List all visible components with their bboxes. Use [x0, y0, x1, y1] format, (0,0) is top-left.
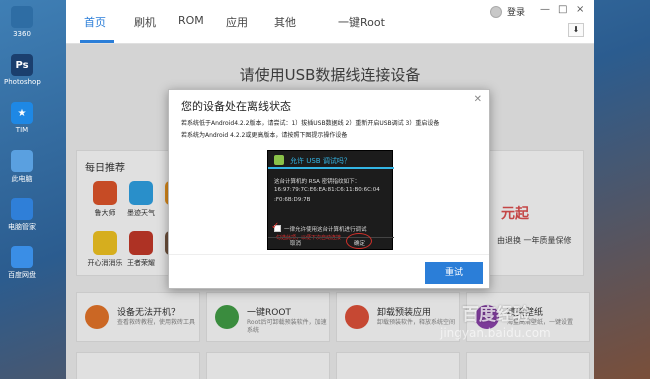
desktop-shortcut[interactable]: 此电脑 [4, 150, 40, 184]
desktop-shortcut-label: 电脑管家 [8, 223, 36, 231]
desktop-shortcut[interactable]: Ps Photoshop [4, 54, 41, 86]
minimize-button[interactable]: — [540, 4, 550, 15]
desktop-shortcut[interactable]: 电脑管家 [4, 198, 40, 232]
tab-home[interactable]: 首页 [84, 14, 106, 30]
phone-body-text: 这台计算机的 RSA 密钥指纹如下： [274, 179, 361, 185]
tim-icon: ★ [11, 102, 33, 124]
phone-checkbox-label: 一律允许使用这台计算机进行调试 [284, 227, 367, 233]
avatar [490, 5, 502, 18]
top-nav: 首页 刷机 ROM 应用 其他 一键Root 登录 — □ × ⬇ [66, 0, 594, 44]
tab-flash[interactable]: 刷机 [134, 14, 156, 30]
desktop-shortcut[interactable]: 百度网盘 [4, 246, 40, 280]
watermark: 百度经验 [462, 305, 530, 325]
close-button[interactable]: × [576, 4, 584, 15]
retry-button[interactable]: 重试 [425, 262, 483, 284]
desktop-shortcut-label: 3360 [13, 30, 31, 38]
tab-rom[interactable]: ROM [178, 14, 204, 27]
phone-rsa-fingerprint: 16:97:79:7C:E6:EA:81:C6:11:B0:6C:04 [274, 187, 380, 193]
active-tab-indicator [80, 40, 114, 43]
dialog-divider [169, 254, 489, 255]
login-area[interactable]: 登录 [490, 5, 525, 18]
dialog-title: 您的设备处在离线状态 [181, 100, 291, 113]
phone-rsa-fingerprint-end: :F0:6B:D9:7B [274, 197, 311, 203]
check-mark-icon: ✓ [271, 221, 280, 232]
tab-apps[interactable]: 应用 [226, 14, 248, 30]
dialog-instruction-1: 若系统低于Android4.2.2版本，请尝试：1）拔插USB数据线 2）重新开… [181, 120, 440, 127]
ps-app-icon [11, 6, 33, 28]
shield-icon [11, 198, 33, 220]
highlight-circle [346, 233, 372, 249]
dialog-instruction-2: 若系统为Android 4.2.2或更高版本，请按照下图提示操作设备 [181, 132, 348, 139]
download-icon[interactable]: ⬇ [568, 23, 584, 37]
tab-one-click-root[interactable]: 一键Root [338, 14, 385, 30]
desktop-shortcut-label: 此电脑 [11, 175, 33, 183]
desktop-shortcut[interactable]: 3360 [4, 6, 40, 38]
phone-dialog-title: 允许 USB 调试吗？ [290, 157, 351, 165]
android-icon [274, 155, 284, 165]
computer-icon [11, 150, 33, 172]
maximize-button[interactable]: □ [558, 4, 567, 15]
desktop-shortcut-label: 百度网盘 [8, 271, 36, 279]
login-link[interactable]: 登录 [507, 5, 525, 18]
phone-dialog-header: 允许 USB 调试吗？ [268, 151, 394, 169]
phone-screenshot: 允许 USB 调试吗？ 这台计算机的 RSA 密钥指纹如下： 16:97:79:… [267, 150, 394, 250]
photoshop-icon: Ps [11, 54, 33, 76]
tab-other[interactable]: 其他 [274, 14, 296, 30]
desktop-shortcut[interactable]: ★ TIM [4, 102, 40, 134]
close-icon[interactable]: ✕ [474, 94, 482, 105]
desktop-shortcut-label: Photoshop [4, 78, 41, 86]
phone-divider [268, 237, 394, 238]
phone-cancel-label: 取消 [290, 241, 302, 247]
cloud-icon [11, 246, 33, 268]
desktop-shortcut-label: TIM [15, 126, 29, 134]
offline-dialog: 您的设备处在离线状态 ✕ 若系统低于Android4.2.2版本，请尝试：1）拔… [168, 89, 490, 289]
watermark-url: jingyan.baidu.com [440, 326, 551, 340]
